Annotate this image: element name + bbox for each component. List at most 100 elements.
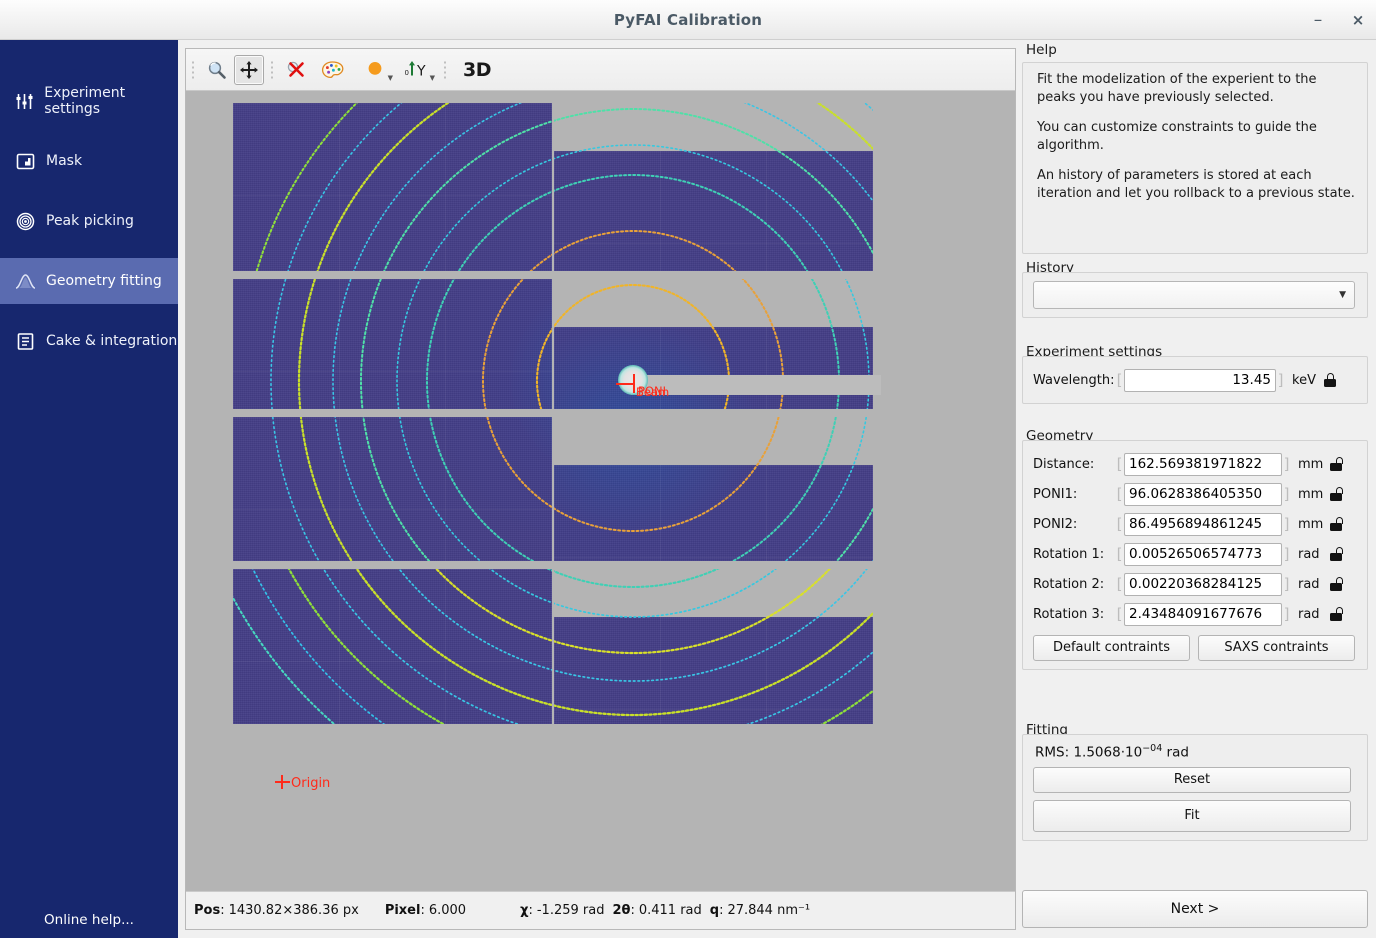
lock-open-icon[interactable]	[1330, 517, 1342, 531]
constraint-bracket-close: ]	[1282, 575, 1291, 593]
mask-icon	[8, 152, 42, 171]
rotation2-label: Rotation 2:	[1033, 577, 1115, 592]
status-position-key: Pos	[194, 903, 220, 918]
reset-button[interactable]: Reset	[1033, 767, 1351, 793]
constraint-bracket-close: ]	[1282, 515, 1291, 533]
rotation2-unit: rad	[1298, 577, 1324, 592]
saxs-constraints-button[interactable]: SAXS contraints	[1198, 635, 1355, 661]
sidebar-item-peak-picking[interactable]: Peak picking	[0, 198, 178, 244]
fitting-box: RMS: 1.5068·10−04 rad Reset Fit	[1022, 734, 1368, 841]
sidebar: Experiment settings Mask	[0, 40, 178, 938]
minimize-button[interactable]: –	[1305, 8, 1331, 32]
reset-zoom-icon[interactable]	[281, 55, 311, 85]
geometry-box: Distance: [ 162.569381971822 ] mm PONI1:…	[1022, 440, 1368, 670]
constraint-bracket-close: ]	[1282, 485, 1291, 503]
view-3d-button[interactable]: 3D	[457, 59, 497, 81]
fit-button[interactable]: Fit	[1033, 800, 1351, 832]
sidebar-item-experiment-settings[interactable]: Experiment settings	[0, 78, 178, 124]
distance-field-row: Distance: [ 162.569381971822 ] mm	[1033, 449, 1357, 479]
lock-closed-icon[interactable]	[1324, 373, 1336, 387]
history-combobox[interactable]: ▼	[1033, 281, 1355, 309]
title-bar: PyFAI Calibration – ×	[0, 0, 1376, 40]
rotation1-label: Rotation 1:	[1033, 547, 1115, 562]
constraint-bracket-open: [	[1115, 515, 1124, 533]
poni2-unit: mm	[1298, 517, 1324, 532]
constraint-bracket-close: ]	[1282, 545, 1291, 563]
constraint-bracket-close: ]	[1276, 371, 1285, 389]
rotation3-label: Rotation 3:	[1033, 607, 1115, 622]
lock-open-icon[interactable]	[1330, 577, 1342, 591]
status-pixel-value: 6.000	[429, 903, 466, 918]
rotation1-field-row: Rotation 1: [ 0.00526506574773 ] rad	[1033, 539, 1357, 569]
marker-color-icon[interactable]: ▼	[355, 55, 395, 85]
status-q: q: 27.844 nm⁻¹	[710, 903, 810, 918]
constraint-bracket-open: [	[1115, 371, 1124, 389]
distance-input[interactable]: 162.569381971822	[1124, 453, 1282, 476]
chevron-down-icon[interactable]: ▼	[388, 75, 393, 82]
next-button[interactable]: Next >	[1022, 890, 1368, 928]
status-pixel: Pixel: 6.000	[385, 903, 466, 918]
rotation3-input[interactable]: 2.43484091677676	[1124, 603, 1282, 626]
lock-open-icon[interactable]	[1330, 457, 1342, 471]
lock-open-icon[interactable]	[1330, 487, 1342, 501]
rms-mantissa: 1.5068	[1073, 745, 1120, 761]
status-twotheta-key: 2θ	[612, 903, 630, 918]
rotation1-input[interactable]: 0.00526506574773	[1124, 543, 1282, 566]
constraint-bracket-close: ]	[1282, 455, 1291, 473]
poni1-field-row: PONI1: [ 96.0628386405350 ] mm	[1033, 479, 1357, 509]
status-q-key: q	[710, 903, 719, 918]
wavelength-unit: keV	[1292, 373, 1318, 388]
rotation3-field-row: Rotation 3: [ 2.43484091677676 ] rad	[1033, 599, 1357, 629]
status-position-value: 1430.82×386.36 px	[229, 903, 359, 918]
rms-exponent: −04	[1142, 743, 1162, 754]
poni2-field-row: PONI2: [ 86.4956894861245 ] mm	[1033, 509, 1357, 539]
rms-value: RMS: 1.5068·10−04 rad	[1035, 743, 1357, 761]
constraint-bracket-open: [	[1115, 575, 1124, 593]
rotation1-unit: rad	[1298, 547, 1324, 562]
online-help-link[interactable]: Online help...	[0, 902, 178, 938]
sidebar-item-mask[interactable]: Mask	[0, 138, 178, 184]
rms-label: RMS:	[1035, 745, 1069, 761]
plot-toolbar: ▼ 0 Y ▼ 3D	[186, 49, 1015, 91]
sidebar-item-label: Cake & integration	[46, 333, 177, 349]
color-palette-icon[interactable]	[313, 55, 353, 85]
distance-label: Distance:	[1033, 457, 1115, 472]
zoom-icon[interactable]	[202, 55, 232, 85]
distance-unit: mm	[1298, 457, 1324, 472]
poni2-input[interactable]: 86.4956894861245	[1124, 513, 1282, 536]
document-lines-icon	[8, 332, 42, 351]
chevron-down-icon[interactable]: ▼	[430, 75, 435, 82]
sidebar-item-geometry-fitting[interactable]: Geometry fitting	[0, 258, 178, 304]
detector-modules: PONI Beam Origin	[233, 103, 873, 793]
constraint-bracket-close: ]	[1282, 605, 1291, 623]
svg-text:0: 0	[405, 69, 409, 77]
wavelength-input[interactable]: 13.45	[1124, 369, 1276, 392]
close-button[interactable]: ×	[1345, 8, 1371, 32]
poni1-input[interactable]: 96.0628386405350	[1124, 483, 1282, 506]
y-axis-icon[interactable]: 0 Y ▼	[397, 55, 437, 85]
sidebar-item-cake-integration[interactable]: Cake & integration	[0, 318, 178, 364]
chevron-down-icon[interactable]: ▼	[1339, 290, 1346, 300]
diffraction-rings	[233, 417, 873, 561]
lock-open-icon[interactable]	[1330, 607, 1342, 621]
status-q-value: 27.844 nm⁻¹	[727, 903, 810, 918]
constraint-bracket-open: [	[1115, 545, 1124, 563]
poni1-label: PONI1:	[1033, 487, 1115, 502]
history-box: ▼	[1022, 272, 1368, 318]
diffraction-rings	[233, 569, 873, 724]
detector-image-canvas[interactable]: PONI Beam Origin	[186, 91, 1015, 891]
rms-base: 10	[1125, 745, 1142, 761]
rotation2-input[interactable]: 0.00220368284125	[1124, 573, 1282, 596]
status-twotheta-value: 0.411 rad	[639, 903, 702, 918]
help-paragraph: You can customize constraints to guide t…	[1037, 119, 1357, 155]
constraint-bracket-open: [	[1115, 605, 1124, 623]
status-position: Pos: 1430.82×386.36 px	[194, 903, 359, 918]
beam-marker-label: Beam	[636, 385, 669, 399]
help-group-title: Help	[1026, 42, 1057, 58]
default-constraints-button[interactable]: Default contraints	[1033, 635, 1190, 661]
lock-open-icon[interactable]	[1330, 547, 1342, 561]
sliders-icon	[8, 92, 40, 111]
status-chi-value: -1.259 rad	[537, 903, 605, 918]
constraints-button-row: Default contraints SAXS contraints	[1033, 635, 1357, 661]
pan-icon[interactable]	[234, 55, 264, 85]
